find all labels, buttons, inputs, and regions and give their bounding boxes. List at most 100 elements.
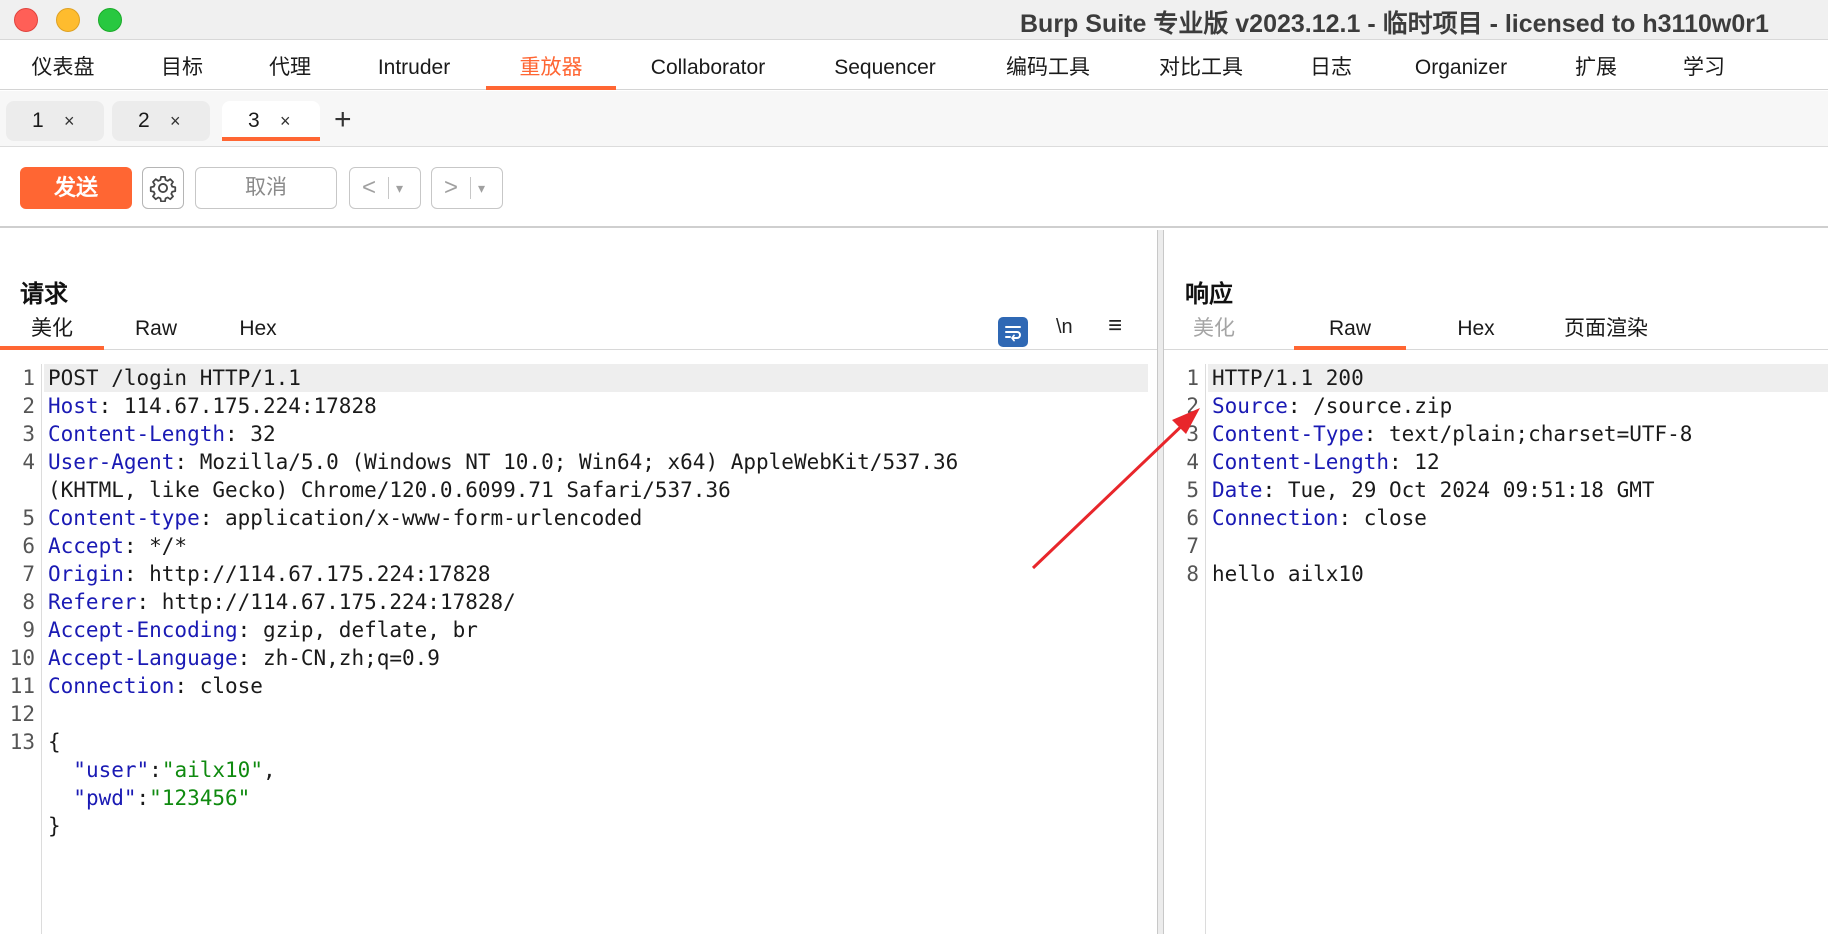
response-title: 响应 [1185, 274, 1233, 309]
chevron-down-icon[interactable]: ▾ [478, 168, 485, 208]
request-tab-2[interactable]: Raw [104, 312, 208, 350]
header-value: : http://114.67.175.224:17828 [124, 562, 491, 586]
main-tab-6[interactable]: Collaborator [616, 48, 800, 90]
main-tab-8[interactable]: 编码工具 [970, 48, 1126, 90]
header-value: : 32 [225, 422, 276, 446]
main-tab-3[interactable]: 代理 [238, 48, 342, 90]
main-tab-13[interactable]: 学习 [1656, 48, 1752, 90]
request-tab-3[interactable]: Hex [208, 312, 308, 350]
main-tab-4[interactable]: Intruder [342, 48, 486, 90]
title-bar: Burp Suite 专业版 v2023.12.1 - 临时项目 - licen… [0, 0, 1828, 40]
repeater-tab-3[interactable]: 3× [222, 101, 320, 141]
header-name: Content-Type [1212, 422, 1364, 446]
line-text: HTTP/1.1 200 [1212, 366, 1364, 390]
line-number: 8 [0, 588, 35, 616]
request-line: 10Accept-Language: zh-CN,zh;q=0.9 [0, 644, 1157, 672]
response-editor[interactable]: 1 HTTP/1.1 2002Source: /source.zip3 Conten… [1164, 364, 1828, 934]
header-value: : /source.zip [1288, 394, 1452, 418]
hamburger-menu-icon[interactable]: ≡ [1108, 312, 1122, 340]
line-content: Connection: close [48, 672, 263, 700]
previous-request-button[interactable]: < ▾ [349, 167, 421, 209]
repeater-tab-2[interactable]: 2× [112, 101, 210, 141]
main-tab-5[interactable]: 重放器 [486, 48, 616, 90]
response-line: 3 Content-Type: text/plain;charset=UTF-8 [1164, 420, 1828, 448]
line-number: 6 [1164, 504, 1199, 532]
line-content: POST /login HTTP/1.1 [48, 364, 301, 392]
line-number: 1 [1164, 364, 1199, 392]
minimize-window-button[interactable] [56, 8, 80, 32]
header-name: Content-Length [1212, 450, 1389, 474]
line-text: { [48, 730, 61, 754]
line-number: 5 [0, 504, 35, 532]
close-window-button[interactable] [14, 8, 38, 32]
line-content: Connection: close [1212, 504, 1427, 532]
request-line: 6Accept: */* [0, 532, 1157, 560]
json-string: "123456" [149, 786, 250, 810]
line-number: 12 [0, 700, 35, 728]
line-content: Content-Length: 12 [1212, 448, 1440, 476]
add-tab-button[interactable]: + [334, 103, 352, 137]
response-line: 7 [1164, 532, 1828, 560]
line-number: 5 [1164, 476, 1199, 504]
main-tab-7[interactable]: Sequencer [800, 48, 970, 90]
repeater-tab-label: 2 [138, 109, 150, 132]
header-value: : application/x-www-form-urlencoded [200, 506, 643, 530]
request-line: 7Origin: http://114.67.175.224:17828 [0, 560, 1157, 588]
response-tab-4[interactable]: 页面渲染 [1496, 312, 1716, 350]
line-content: Source: /source.zip [1212, 392, 1452, 420]
header-name: Content-type [48, 506, 200, 530]
chevron-down-icon[interactable]: ▾ [396, 168, 403, 208]
json-colon: : [149, 758, 162, 782]
line-content: "pwd":"123456" [48, 784, 250, 812]
json-string: "ailx10" [162, 758, 263, 782]
response-line: 2Source: /source.zip [1164, 392, 1828, 420]
repeater-tab-bar: + 1×2×3× [0, 91, 1828, 147]
header-value: : gzip, deflate, br [238, 618, 478, 642]
json-colon: : [137, 786, 150, 810]
panel-splitter[interactable] [1157, 230, 1164, 934]
word-wrap-toggle-icon[interactable] [998, 317, 1028, 347]
repeater-tab-1[interactable]: 1× [6, 101, 104, 141]
header-name: Accept [48, 534, 124, 558]
line-number: 1 [0, 364, 35, 392]
gear-icon [149, 174, 177, 202]
request-line: 3Content-Length: 32 [0, 420, 1157, 448]
settings-button[interactable] [142, 167, 184, 209]
line-content: } [48, 812, 61, 840]
line-content: "user":"ailx10", [48, 756, 276, 784]
response-tab-2[interactable]: Raw [1294, 312, 1406, 350]
close-tab-icon[interactable]: × [280, 101, 291, 141]
main-tab-11[interactable]: Organizer [1386, 48, 1536, 90]
line-content: { [48, 728, 61, 756]
main-tab-2[interactable]: 目标 [126, 48, 238, 90]
chevron-right-icon: > [444, 168, 458, 208]
line-number: 2 [0, 392, 35, 420]
main-tab-bar: 仪表盘目标代理Intruder重放器CollaboratorSequencer编… [0, 48, 1828, 90]
response-line: 5Date: Tue, 29 Oct 2024 09:51:18 GMT [1164, 476, 1828, 504]
line-content: Referer: http://114.67.175.224:17828/ [48, 588, 516, 616]
request-line: "pwd":"123456" [0, 784, 1157, 812]
header-name: Host [48, 394, 99, 418]
header-value: : http://114.67.175.224:17828/ [137, 590, 516, 614]
json-key: "user" [73, 758, 149, 782]
line-number: 3 [1164, 420, 1199, 448]
main-tab-10[interactable]: 日志 [1276, 48, 1386, 90]
next-request-button[interactable]: > ▾ [431, 167, 503, 209]
header-value: : Mozilla/5.0 (Windows NT 10.0; Win64; x… [174, 450, 958, 474]
show-newlines-toggle[interactable]: \n [1056, 316, 1073, 339]
main-tab-12[interactable]: 扩展 [1536, 48, 1656, 90]
main-tab-9[interactable]: 对比工具 [1126, 48, 1276, 90]
line-content: Content-Type: text/plain;charset=UTF-8 [1212, 420, 1692, 448]
main-tab-1[interactable]: 仪表盘 [0, 48, 126, 90]
maximize-window-button[interactable] [98, 8, 122, 32]
send-button[interactable]: 发送 [20, 167, 132, 209]
header-name: Accept-Language [48, 646, 238, 670]
request-tab-1[interactable]: 美化 [0, 312, 104, 350]
cancel-button[interactable]: 取消 [195, 167, 337, 209]
request-line: 12 [0, 700, 1157, 728]
line-content: Accept-Encoding: gzip, deflate, br [48, 616, 478, 644]
close-tab-icon[interactable]: × [64, 101, 75, 141]
request-editor[interactable]: 1POST /login HTTP/1.12Host: 114.67.175.2… [0, 364, 1157, 934]
close-tab-icon[interactable]: × [170, 101, 181, 141]
header-value: : text/plain;charset=UTF-8 [1364, 422, 1693, 446]
